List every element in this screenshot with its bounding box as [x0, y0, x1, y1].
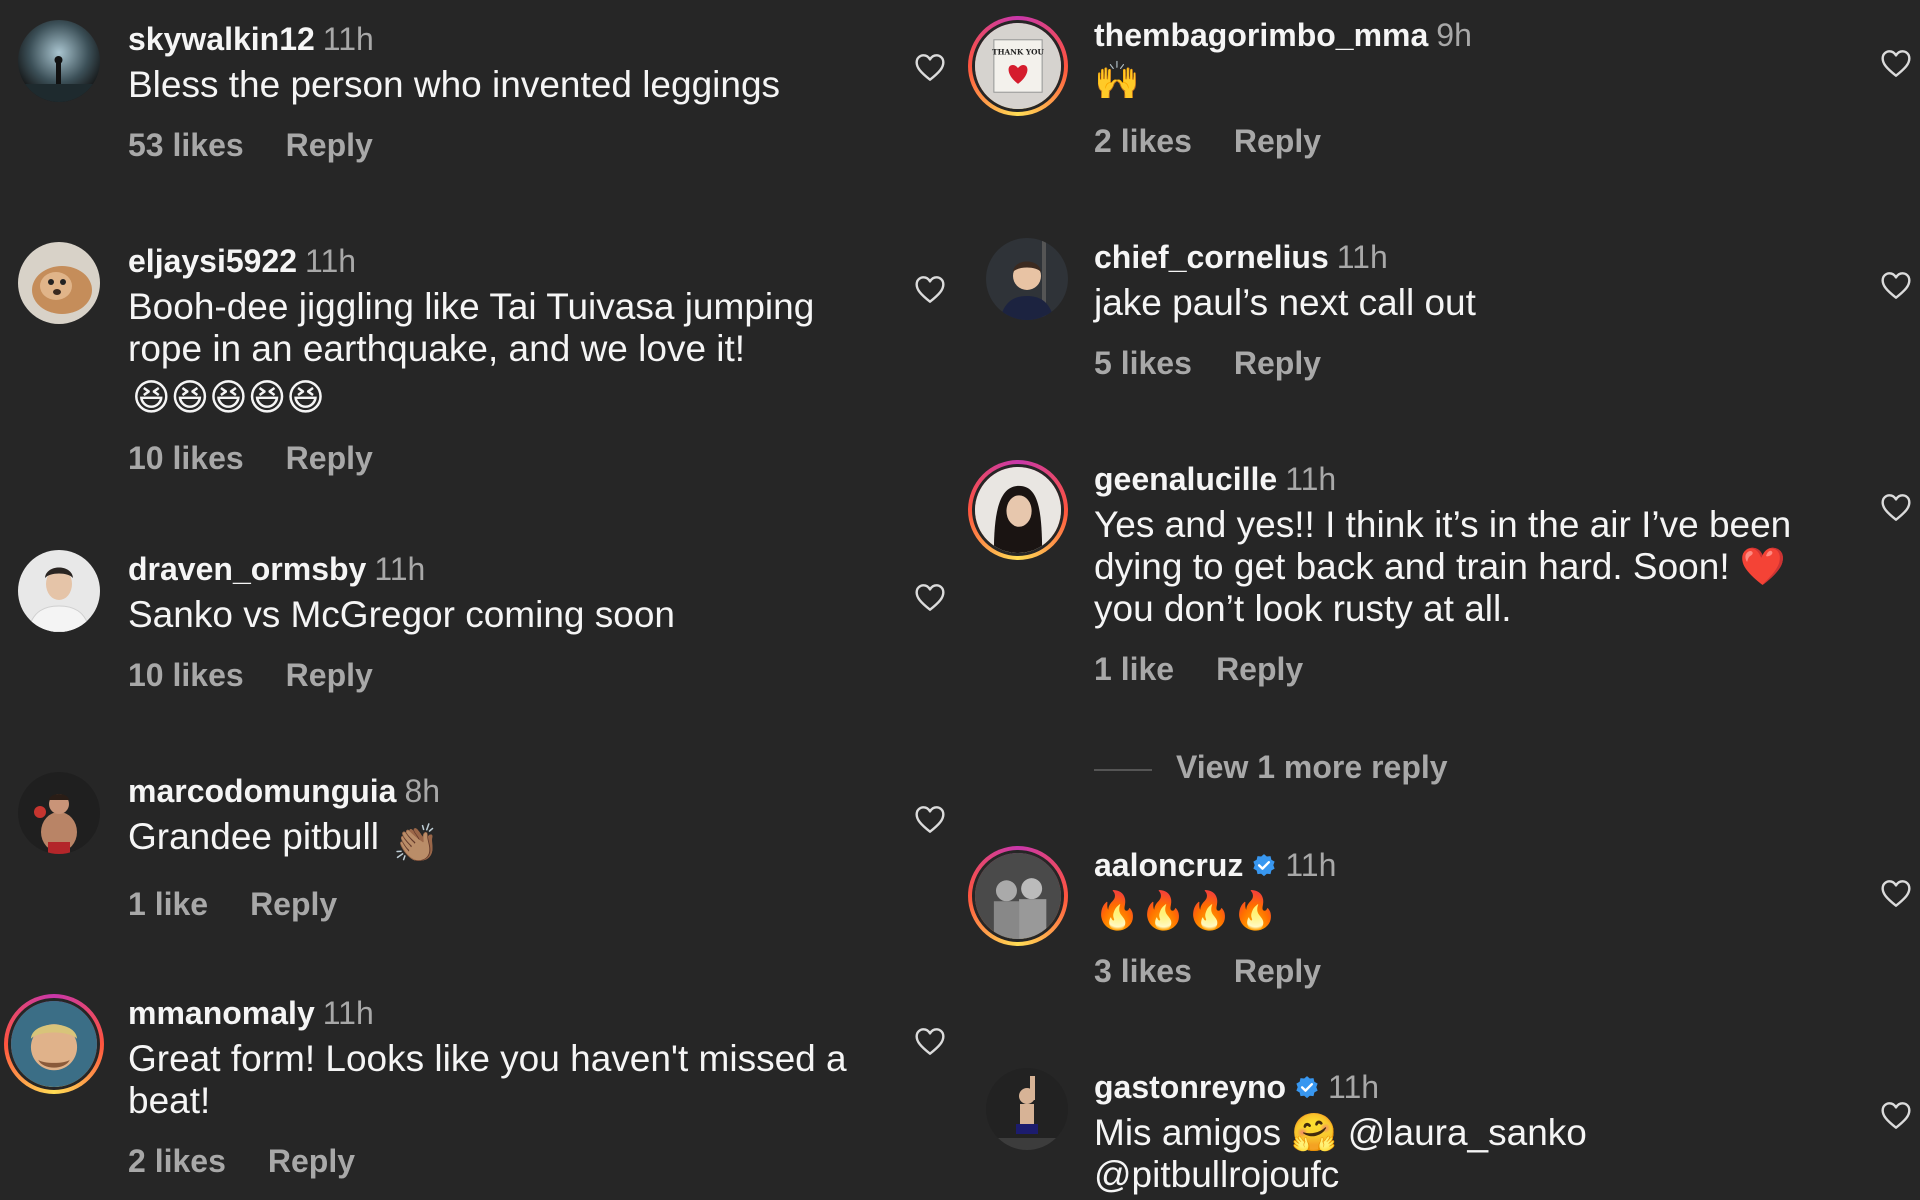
reply-button[interactable]: Reply [250, 886, 337, 922]
timestamp: 11h [1336, 239, 1388, 275]
comment-body: eljaysi5922 11h Booh-dee jiggling like Ta… [128, 242, 888, 477]
username[interactable]: aaloncruz [1094, 847, 1243, 883]
comment-body: thembagorimbo_mma 9h 🙌 2 likes Reply [1094, 16, 1472, 160]
verified-badge-icon [1253, 854, 1275, 877]
heart-outline-icon[interactable] [914, 274, 946, 304]
comment-item: THANK YOU thembagorimbo_mma 9h 🙌 2 likes R… [968, 16, 1914, 176]
heart-outline-icon[interactable] [1880, 1100, 1912, 1130]
verified-badge-icon [1296, 1076, 1318, 1099]
comments-screen: skywalkin12 11h Bless the person who inve… [0, 0, 1920, 1200]
comment-text: Sanko vs McGregor coming soon [128, 594, 676, 635]
username[interactable]: mmanomaly [128, 995, 315, 1031]
username[interactable]: chief_cornelius [1094, 239, 1329, 275]
svg-text:THANK YOU: THANK YOU [992, 47, 1044, 56]
likes-count[interactable]: 3 likes [1094, 953, 1192, 989]
username[interactable]: eljaysi5922 [128, 243, 297, 279]
avatar-story-ring[interactable]: THANK YOU [968, 16, 1068, 116]
avatar-story-ring[interactable] [968, 846, 1068, 946]
view-more-replies-label: View 1 more reply [1176, 749, 1448, 785]
clapping-hands-emoji: 👏🏽 [393, 823, 440, 864]
reply-thread-line [1094, 768, 1152, 771]
likes-count[interactable]: 10 likes [128, 657, 244, 693]
timestamp: 11h [1328, 1069, 1380, 1105]
comment-item: chief_cornelius 11h jake paul’s next call… [984, 238, 1914, 398]
timestamp: 11h [305, 243, 357, 279]
heart-outline-icon[interactable] [1880, 48, 1912, 78]
comment-body: chief_cornelius 11h jake paul’s next call… [1094, 238, 1476, 382]
comment-item: marcodomunguia 8h Grandee pitbull 👏🏽 1 li… [18, 772, 948, 932]
comment-body: draven_ormsby 11h Sanko vs McGregor comin… [128, 550, 675, 694]
comment-text: Booh-dee jiggling like Tai Tuivasa jumpi… [128, 286, 815, 418]
avatar[interactable] [18, 20, 100, 102]
comment-text: Great form! Looks like you haven't misse… [128, 1038, 847, 1121]
username[interactable]: gastonreyno [1094, 1069, 1286, 1105]
likes-count[interactable]: 53 likes [128, 127, 244, 163]
comment-text: 🔥🔥🔥🔥 [1094, 890, 1279, 931]
username[interactable]: thembagorimbo_mma [1094, 17, 1428, 53]
likes-count[interactable]: 10 likes [128, 440, 244, 476]
reply-button[interactable]: Reply [1216, 651, 1303, 687]
likes-count[interactable]: 2 likes [1094, 123, 1192, 159]
heart-outline-icon[interactable] [914, 804, 946, 834]
username[interactable]: draven_ormsby [128, 551, 366, 587]
heart-outline-icon[interactable] [914, 1026, 946, 1056]
comment-body: geenalucille 11h Yes and yes!! I think it… [1094, 460, 1814, 688]
timestamp: 11h [1285, 461, 1337, 497]
timestamp: 11h [322, 995, 374, 1031]
comment-body: skywalkin12 11h Bless the person who inve… [128, 20, 780, 164]
likes-count[interactable]: 2 likes [128, 1143, 226, 1179]
comments-column-right: THANK YOU thembagorimbo_mma 9h 🙌 2 likes R… [968, 0, 1914, 1200]
reply-button[interactable]: Reply [268, 1143, 355, 1179]
comment-text: 🙌 [1094, 60, 1141, 101]
heart-outline-icon[interactable] [914, 52, 946, 82]
reply-button[interactable]: Reply [286, 657, 373, 693]
timestamp: 11h [322, 21, 374, 57]
heart-outline-icon[interactable] [1880, 878, 1912, 908]
comment-text: Grandee pitbull 👏🏽 [128, 816, 440, 864]
avatar[interactable] [18, 242, 100, 324]
comment-item: mmanomaly 11h Great form! Looks like you … [4, 994, 948, 1194]
reply-button[interactable]: Reply [1234, 123, 1321, 159]
heart-outline-icon[interactable] [1880, 270, 1912, 300]
avatar-story-ring[interactable] [4, 994, 104, 1094]
timestamp: 8h [404, 773, 441, 809]
comment-item: eljaysi5922 11h Booh-dee jiggling like Ta… [18, 242, 948, 482]
comments-column-left: skywalkin12 11h Bless the person who inve… [4, 0, 948, 1200]
comment-item: geenalucille 11h Yes and yes!! I think it… [968, 460, 1914, 700]
comment-body: marcodomunguia 8h Grandee pitbull 👏🏽 1 li… [128, 772, 440, 923]
comment-text: Mis amigos 🤗 @laura_sanko @pitbullrojouf… [1094, 1112, 1587, 1195]
avatar-story-ring[interactable] [968, 460, 1068, 560]
likes-count[interactable]: 5 likes [1094, 345, 1192, 381]
comment-text: jake paul’s next call out [1094, 282, 1476, 323]
view-more-replies-button[interactable]: View 1 more reply [1094, 748, 1448, 786]
comment-text: Yes and yes!! I think it’s in the air I’… [1094, 504, 1792, 629]
comment-item: draven_ormsby 11h Sanko vs McGregor comin… [18, 550, 948, 710]
username[interactable]: geenalucille [1094, 461, 1277, 497]
comment-text: Bless the person who invented leggings [128, 64, 781, 105]
reply-button[interactable]: Reply [286, 440, 373, 476]
comment-item: aaloncruz 11h 🔥🔥🔥🔥 3 likes Reply [968, 846, 1914, 1006]
username[interactable]: skywalkin12 [128, 21, 315, 57]
comment-body: mmanomaly 11h Great form! Looks like you … [128, 994, 888, 1180]
reply-button[interactable]: Reply [1234, 953, 1321, 989]
comment-item: skywalkin12 11h Bless the person who inve… [18, 20, 948, 180]
timestamp: 11h [1285, 847, 1337, 883]
avatar[interactable] [18, 550, 100, 632]
laughing-emoji: 😆😆😆😆😆 [132, 377, 325, 418]
likes-count[interactable]: 1 like [1094, 651, 1174, 687]
avatar[interactable] [18, 772, 100, 854]
comment-body: gastonreyno 11h Mis amigos 🤗 @laura_sanko… [1094, 1068, 1814, 1196]
timestamp: 11h [374, 551, 426, 587]
reply-button[interactable]: Reply [286, 127, 373, 163]
timestamp: 9h [1436, 17, 1472, 53]
comment-body: aaloncruz 11h 🔥🔥🔥🔥 3 likes Reply [1094, 846, 1336, 990]
comment-item: gastonreyno 11h Mis amigos 🤗 @laura_sanko… [984, 1068, 1914, 1200]
reply-button[interactable]: Reply [1234, 345, 1321, 381]
username[interactable]: marcodomunguia [128, 773, 396, 809]
avatar[interactable] [986, 238, 1068, 320]
likes-count[interactable]: 1 like [128, 886, 208, 922]
heart-outline-icon[interactable] [914, 582, 946, 612]
avatar[interactable] [986, 1068, 1068, 1150]
heart-outline-icon[interactable] [1880, 492, 1912, 522]
